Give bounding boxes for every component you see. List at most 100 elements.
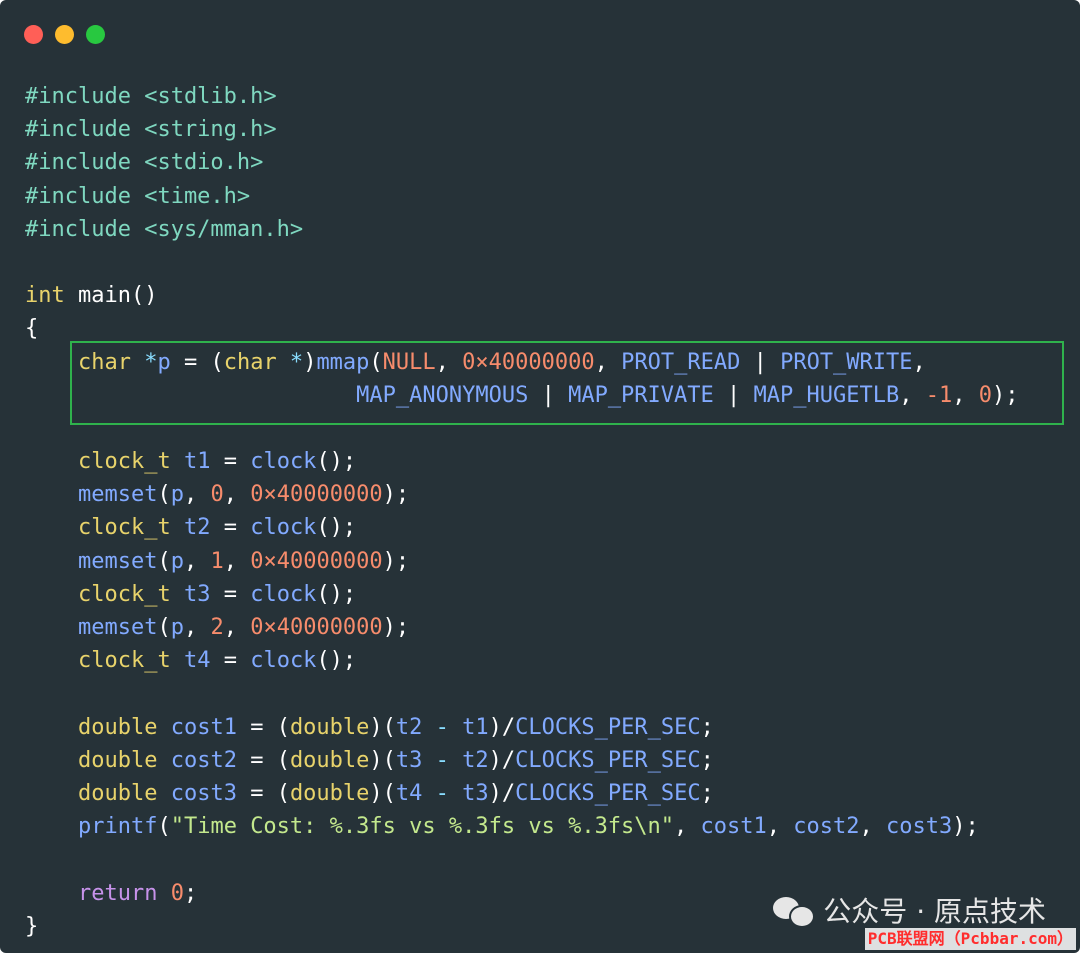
- code-token: ,: [183, 548, 211, 574]
- watermark-text: 公众号 · 原点技术: [823, 895, 1046, 928]
- code-token: printf: [77, 814, 158, 840]
- code-line: #include <string.h>: [25, 113, 1018, 146]
- code-token: = (: [236, 780, 290, 806]
- code-line: clock_t t1 = clock();: [25, 445, 1018, 478]
- code-token: memset: [77, 548, 158, 574]
- code-line: double cost1 = (double)(t2 - t1)/CLOCKS_…: [25, 711, 1018, 744]
- code-token: -: [422, 780, 463, 806]
- close-dot-icon[interactable]: [24, 25, 43, 44]
- code-token: (: [157, 615, 171, 640]
- code-token: double: [77, 780, 158, 806]
- code-token: = (: [236, 747, 290, 773]
- code-token: ,: [223, 482, 251, 508]
- code-token: )(: [369, 714, 396, 740]
- code-token: 2: [210, 615, 224, 640]
- code-line: int main(): [25, 279, 1018, 312]
- mmap-highlight-box: [70, 341, 1064, 425]
- code-token: clock: [250, 581, 317, 607]
- code-token: -: [422, 714, 463, 740]
- code-token: ,: [183, 615, 211, 640]
- code-token: ();: [316, 515, 357, 541]
- code-line: memset(p, 2, 0×40000000);: [25, 611, 1018, 644]
- code-block: #include <stdlib.h> #include <string.h> #i…: [25, 80, 1018, 943]
- code-token: 0: [210, 482, 224, 508]
- code-token: double: [289, 780, 370, 806]
- code-token: t4: [395, 780, 423, 806]
- code-token: ,: [183, 482, 211, 508]
- maximize-dot-icon[interactable]: [86, 25, 105, 44]
- code-token: cost2: [793, 814, 860, 840]
- code-line: printf("Time Cost: %.3fs vs %.3fs vs %.3…: [25, 810, 1018, 843]
- code-token: memset: [77, 615, 158, 640]
- wechat-icon: [773, 893, 816, 928]
- code-token: double: [77, 747, 158, 773]
- code-token: cost1: [700, 814, 767, 840]
- code-token: return: [77, 880, 158, 906]
- code-token: ,: [223, 615, 251, 640]
- code-token: t2: [395, 714, 423, 740]
- code-token: ,: [859, 814, 887, 840]
- code-token: t1: [462, 714, 489, 740]
- code-token: 0×40000000: [250, 482, 383, 508]
- code-token: CLOCKS_PER_SEC: [515, 780, 701, 806]
- code-token: clock_t: [77, 449, 171, 475]
- code-token: =: [210, 581, 251, 607]
- code-token: (: [157, 548, 171, 574]
- code-token: 0×40000000: [250, 548, 383, 574]
- code-token: t2: [462, 747, 489, 773]
- code-token: )/: [488, 780, 516, 806]
- code-token: =: [210, 515, 251, 541]
- code-token: double: [77, 714, 158, 740]
- code-token: }: [25, 913, 39, 939]
- code-token: cost3: [157, 780, 237, 806]
- code-token: CLOCKS_PER_SEC: [515, 714, 701, 740]
- watermark: 公众号 · 原点技术: [773, 890, 1046, 930]
- code-token: main(): [64, 283, 158, 309]
- code-token: ,: [674, 814, 701, 840]
- code-token: 0×40000000: [250, 615, 383, 640]
- code-line: clock_t t3 = clock();: [25, 578, 1018, 611]
- code-token: );: [382, 615, 410, 640]
- code-token: )/: [488, 714, 516, 740]
- code-token: clock: [250, 449, 317, 475]
- code-line: #include <stdlib.h>: [25, 80, 1018, 113]
- minimize-dot-icon[interactable]: [55, 25, 74, 44]
- code-token: double: [289, 747, 370, 773]
- code-token: )/: [488, 747, 516, 773]
- code-token: #include <string.h>: [25, 117, 277, 143]
- code-token: )(: [369, 780, 396, 806]
- code-token: 1: [210, 548, 224, 574]
- code-token: p: [170, 482, 184, 508]
- code-line: clock_t t2 = clock();: [25, 511, 1018, 544]
- code-token: #include <stdlib.h>: [25, 84, 277, 109]
- code-token: ,: [766, 814, 794, 840]
- code-token: t1: [170, 449, 211, 475]
- code-line: memset(p, 0, 0×40000000);: [25, 478, 1018, 511]
- code-token: ();: [316, 648, 357, 674]
- code-token: );: [382, 482, 410, 508]
- code-token: "Time Cost: %.3fs vs %.3fs vs %.3fs\n": [170, 814, 675, 840]
- code-token: clock_t: [77, 515, 171, 541]
- code-token: =: [210, 648, 251, 674]
- code-token: ;: [700, 780, 714, 806]
- code-token: 0: [170, 880, 184, 906]
- code-token: double: [289, 714, 370, 740]
- code-token: cost1: [157, 714, 237, 740]
- code-token: {: [25, 316, 39, 342]
- code-token: ;: [700, 747, 714, 773]
- code-token: )(: [369, 747, 396, 773]
- code-token: p: [170, 548, 184, 574]
- code-token: #include <stdio.h>: [25, 150, 264, 176]
- code-token: (: [157, 814, 171, 840]
- code-token: -: [422, 747, 463, 773]
